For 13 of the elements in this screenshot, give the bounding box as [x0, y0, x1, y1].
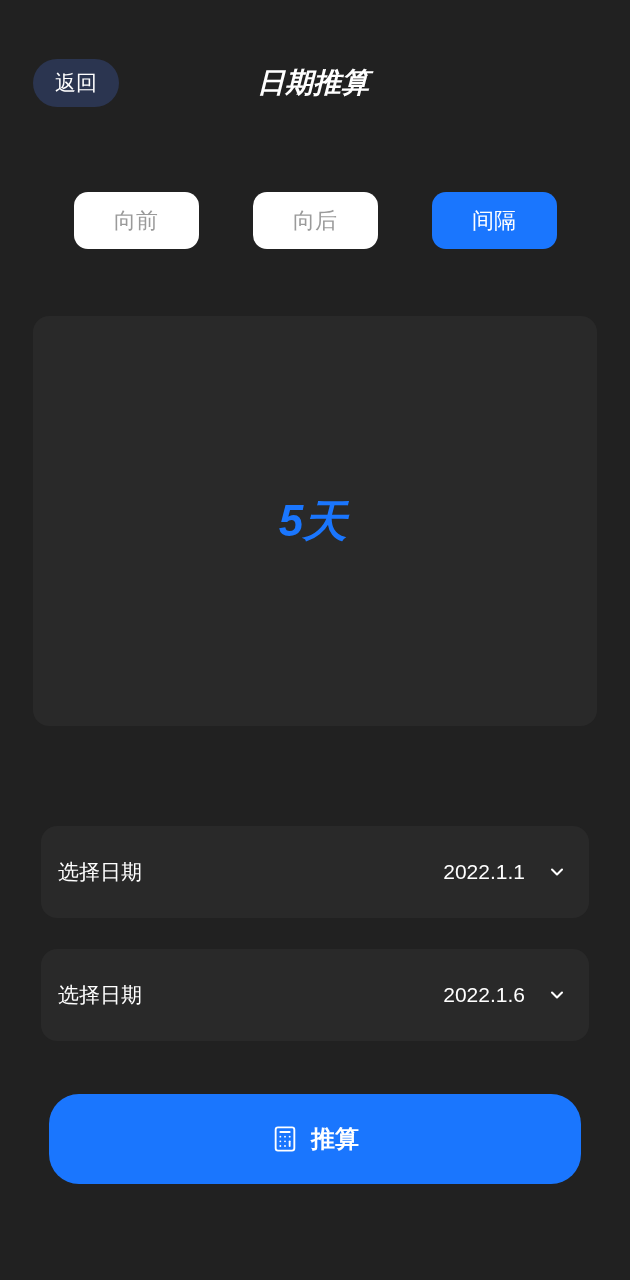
back-button[interactable]: 返回	[33, 59, 119, 107]
date-select[interactable]: 选择日期 2022.1.1	[41, 826, 589, 918]
mode-tab[interactable]: 向前	[73, 192, 199, 249]
page-title: 日期推算	[253, 62, 377, 104]
mode-tab[interactable]: 间隔	[431, 192, 557, 249]
result-value: 5天	[277, 495, 351, 548]
date-select[interactable]: 选择日期 2022.1.6	[41, 949, 589, 1041]
date-value: 2022.1.6	[443, 983, 525, 1007]
date-label: 选择日期	[58, 982, 142, 1008]
calculate-button[interactable]: 推算	[49, 1094, 581, 1184]
date-value: 2022.1.1	[443, 860, 525, 884]
date-label: 选择日期	[58, 859, 142, 885]
mode-tab[interactable]: 向后	[252, 192, 378, 249]
